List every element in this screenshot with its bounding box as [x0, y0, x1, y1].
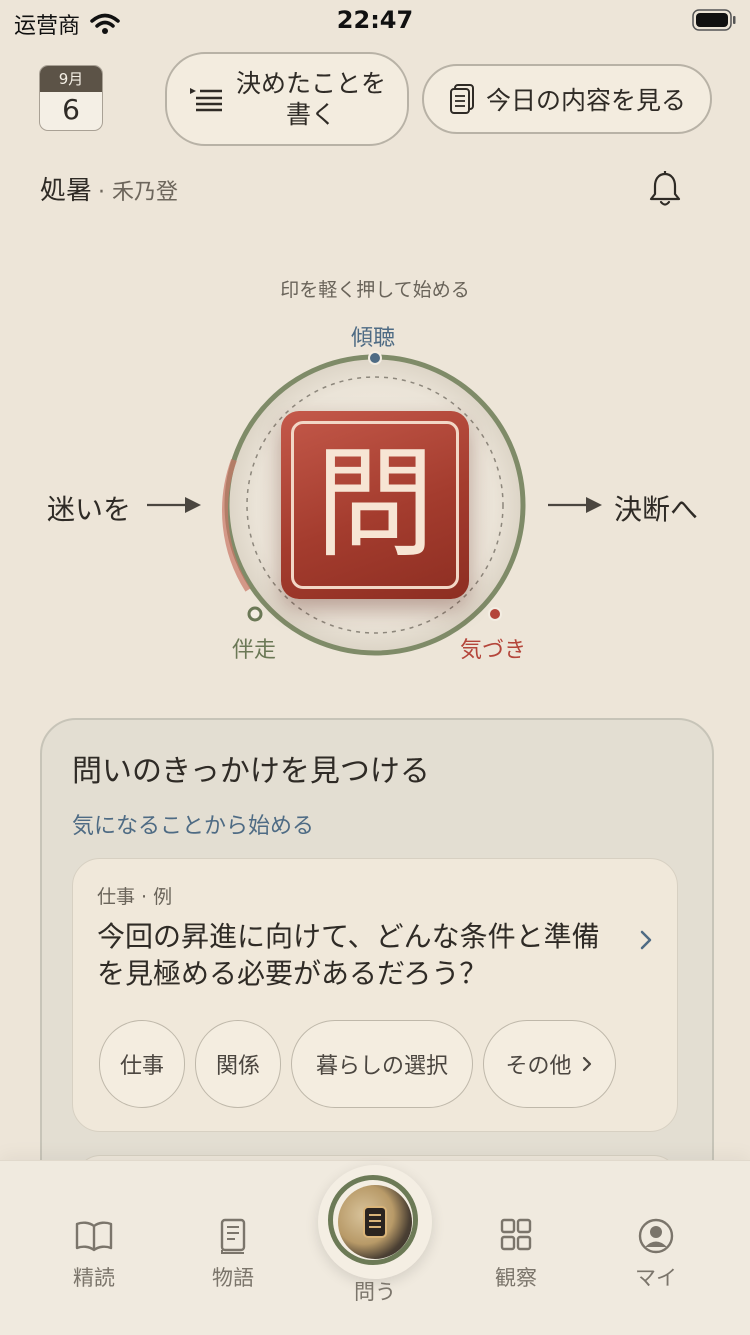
solar-term-sub: · 禾乃登	[98, 180, 179, 205]
chip-work[interactable]: 仕事	[99, 1020, 185, 1108]
write-decision-label: 決めたことを 書く	[235, 69, 386, 129]
write-decision-button[interactable]: 決めたことを 書く	[165, 52, 409, 146]
arrow-right-icon	[147, 497, 201, 513]
seal-hint: 印を軽く押して始める	[280, 279, 470, 301]
tab-story[interactable]: 物語	[173, 1218, 293, 1292]
card-subtitle: 気になることから始める	[72, 814, 315, 839]
tab-read-label: 精読	[73, 1266, 115, 1290]
notebook-icon	[220, 1218, 246, 1254]
book-open-icon	[75, 1221, 113, 1252]
ask-seal-button[interactable]: 問	[281, 411, 469, 599]
chevron-right-icon	[582, 1056, 591, 1072]
list-icon	[189, 88, 222, 112]
view-today-button[interactable]: 今日の内容を見る	[422, 64, 712, 134]
dial-label-lost: 迷いを	[47, 493, 132, 526]
document-icon	[449, 84, 474, 114]
example-question: 今回の昇進に向けて、どんな条件と準備を見極める必要があるだろう？	[97, 920, 600, 990]
ask-emblem-icon	[338, 1185, 412, 1259]
solar-term: 処暑 · 禾乃登	[40, 170, 178, 207]
chip-relations[interactable]: 関係	[195, 1020, 281, 1108]
dial-label-decide: 決断へ	[614, 493, 699, 526]
tab-read[interactable]: 精読	[34, 1218, 154, 1292]
view-today-label: 今日の内容を見る	[485, 86, 686, 115]
chevron-right-icon[interactable]	[636, 928, 656, 952]
calendar-day: 6	[62, 93, 80, 126]
user-circle-icon	[638, 1218, 674, 1254]
tab-ask-label: 問う	[354, 1280, 396, 1304]
chip-label: その他	[505, 1054, 572, 1079]
calendar-badge[interactable]: 9月 6	[39, 65, 103, 131]
tab-me[interactable]: マイ	[596, 1218, 716, 1292]
bell-icon[interactable]	[648, 170, 682, 208]
battery-icon	[692, 9, 736, 31]
solar-term-name: 処暑	[40, 176, 93, 206]
dial-label-walk: 伴走	[232, 638, 277, 663]
tab-observe-label: 観察	[495, 1266, 537, 1290]
tab-observe[interactable]: 観察	[456, 1218, 576, 1292]
grid-icon	[500, 1218, 532, 1251]
chip-label: 関係	[215, 1054, 260, 1079]
chip-other[interactable]: その他	[483, 1020, 616, 1108]
dial-label-notice: 気づき	[460, 638, 527, 663]
example-tag: 仕事 · 例	[97, 886, 173, 908]
calendar-month: 9月	[40, 66, 102, 92]
card-title: 問いのきっかけを見つける	[72, 754, 430, 789]
clock: 22:47	[336, 6, 414, 34]
status-bar: 运营商 22:47	[0, 0, 750, 44]
tab-ask-button[interactable]	[318, 1165, 432, 1279]
chip-label: 暮らしの選択	[315, 1054, 448, 1079]
chip-life-choices[interactable]: 暮らしの選択	[291, 1020, 473, 1108]
arrow-right-icon	[548, 497, 602, 513]
chip-label: 仕事	[119, 1054, 164, 1079]
seal-char: 問	[315, 435, 435, 574]
tab-me-label: マイ	[635, 1266, 677, 1290]
dial-label-listen: 傾聴	[351, 326, 396, 351]
tab-story-label: 物語	[212, 1266, 254, 1290]
